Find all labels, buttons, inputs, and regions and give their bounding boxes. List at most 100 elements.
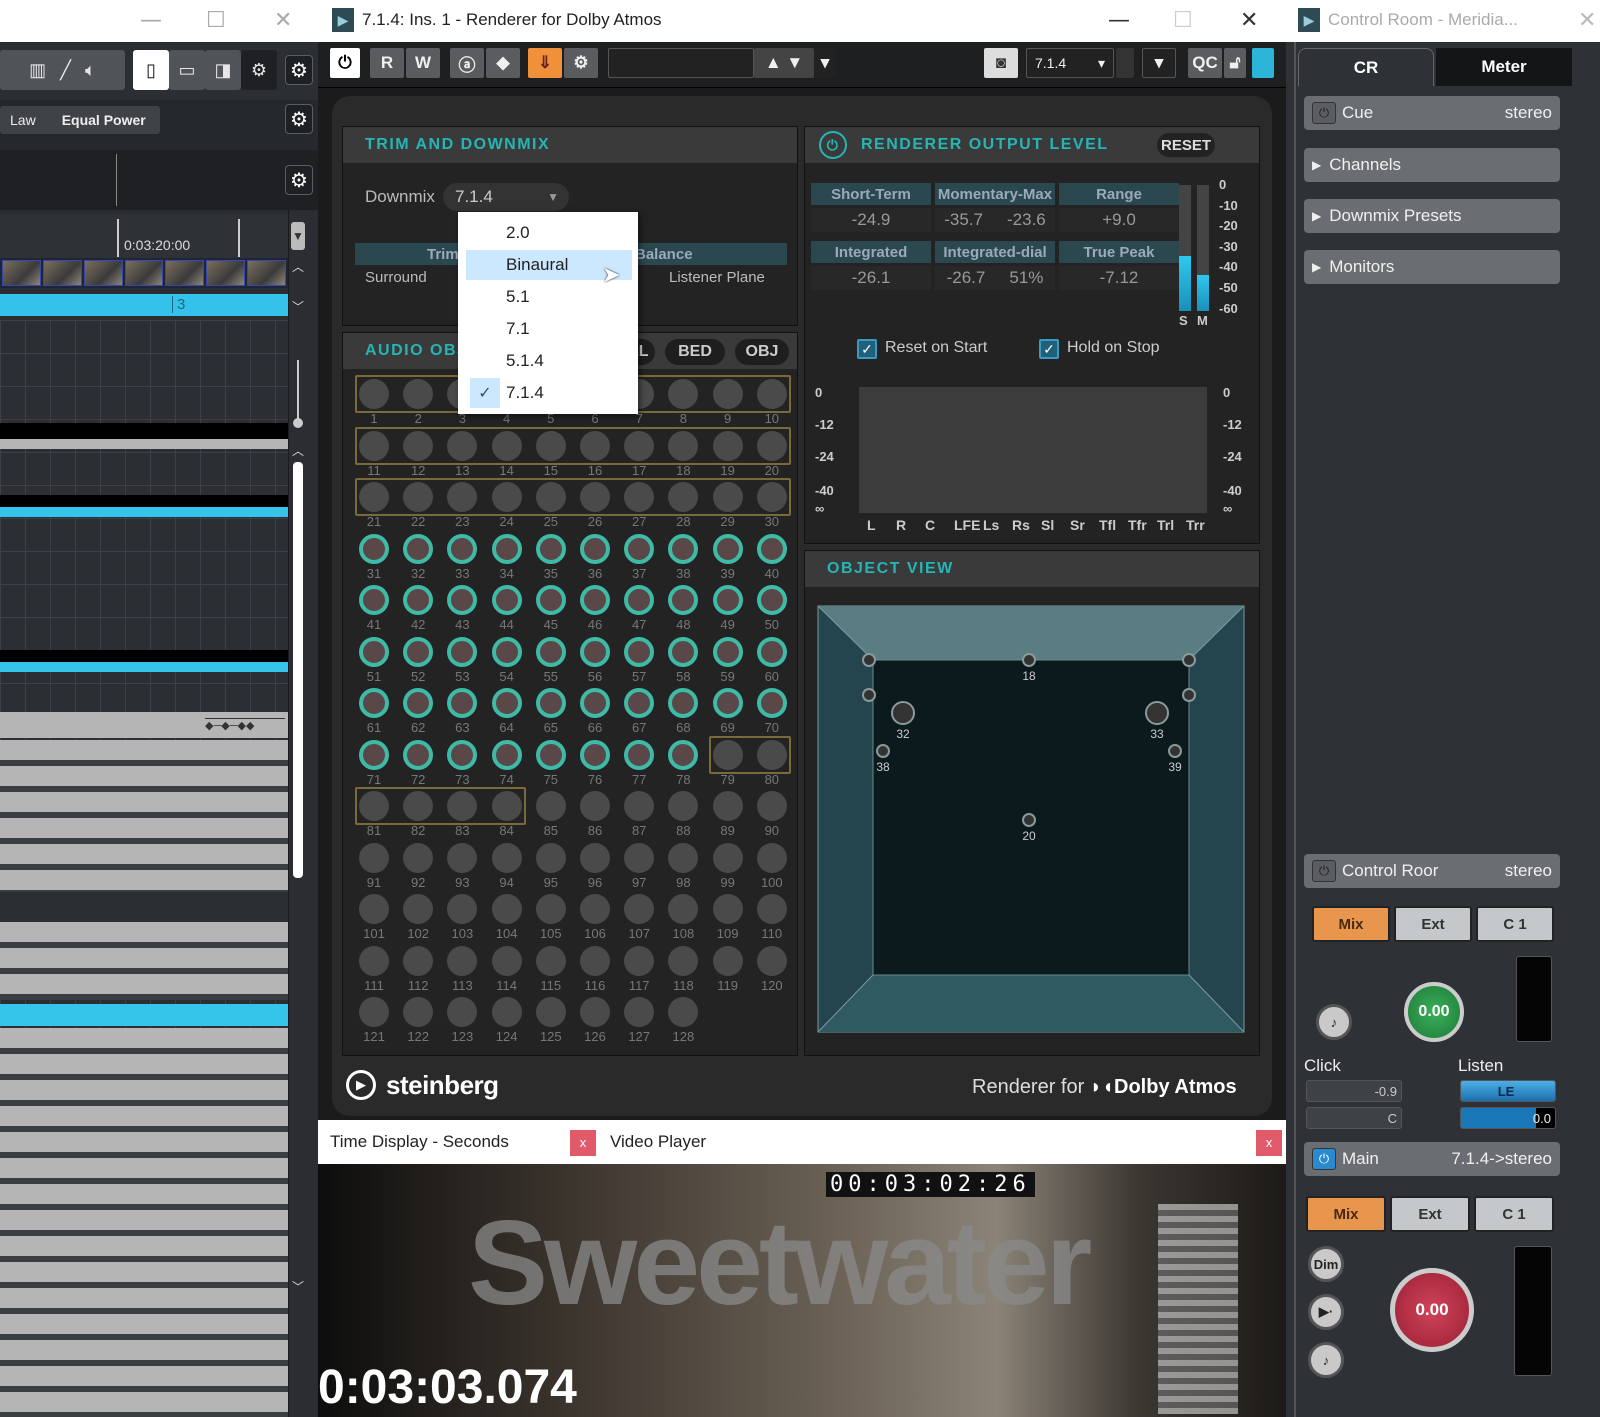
cr-ext-button[interactable]: Ext — [1394, 906, 1472, 942]
object-position-marker[interactable] — [1145, 701, 1169, 725]
audio-object-87[interactable] — [624, 791, 655, 821]
draw-tool-icon[interactable]: ╱ — [60, 60, 71, 81]
audio-object-43[interactable] — [447, 585, 478, 615]
main-level-knob[interactable]: 0.00 — [1390, 1268, 1474, 1352]
downmix-select[interactable]: 7.1.4 ▼ — [443, 183, 569, 211]
section-monitors[interactable]: ▶ Monitors — [1304, 250, 1560, 284]
scroll-down-icon[interactable]: ﹀ — [292, 1278, 304, 1295]
audio-object-96[interactable] — [580, 842, 610, 873]
audio-object-67[interactable] — [624, 688, 655, 718]
audio-object-9[interactable] — [712, 379, 743, 409]
audio-object-34[interactable] — [491, 533, 522, 564]
audio-object-106[interactable] — [580, 894, 610, 924]
audio-object-100[interactable] — [756, 842, 787, 873]
audio-object-70[interactable] — [756, 688, 787, 718]
audio-object-20[interactable] — [756, 430, 787, 461]
close-button[interactable]: ✕ — [1240, 8, 1258, 33]
minimize-button[interactable]: — — [140, 8, 162, 33]
audio-object-11[interactable] — [359, 430, 389, 461]
audio-object-115[interactable] — [535, 945, 566, 976]
audio-object-46[interactable] — [580, 585, 610, 615]
audio-object-39[interactable] — [712, 533, 743, 564]
minimize-button[interactable]: — — [1108, 8, 1130, 33]
control-room-row[interactable]: ⏻ Control Roor stereo — [1304, 854, 1560, 888]
cr-mix-button[interactable]: Mix — [1312, 906, 1390, 942]
object-position-marker[interactable] — [1022, 813, 1036, 827]
audio-object-49[interactable] — [712, 585, 743, 615]
audio-object-88[interactable] — [668, 791, 699, 821]
audio-object-18[interactable] — [668, 430, 699, 461]
listen-level-fader[interactable]: 0.0 — [1460, 1107, 1556, 1129]
audio-object-127[interactable] — [624, 997, 655, 1027]
audio-object-35[interactable] — [535, 533, 566, 564]
audio-object-25[interactable] — [535, 482, 566, 512]
audio-event-stack[interactable] — [0, 1028, 288, 1417]
audio-object-109[interactable] — [712, 894, 743, 924]
reset-on-start-checkbox[interactable]: ✓ — [857, 339, 877, 359]
downmix-option[interactable]: 5.1.4 — [458, 346, 638, 376]
audio-object-47[interactable] — [624, 585, 655, 615]
audio-object-101[interactable] — [359, 894, 389, 924]
pan-law-field[interactable]: Law Equal Power — [0, 106, 160, 134]
audio-object-44[interactable] — [491, 585, 522, 615]
audio-object-41[interactable] — [359, 585, 389, 615]
listen-enable-button[interactable]: LE — [1460, 1080, 1556, 1102]
zoom-slider-handle[interactable] — [293, 418, 303, 428]
audio-object-116[interactable] — [580, 945, 610, 976]
audio-object-80[interactable] — [756, 739, 787, 770]
reset-button[interactable]: RESET — [1157, 133, 1215, 157]
object-position-marker[interactable] — [1182, 688, 1196, 702]
close-tab-button[interactable]: x — [570, 1130, 596, 1156]
audio-object-33[interactable] — [447, 533, 478, 564]
audio-object-15[interactable] — [535, 430, 566, 461]
audio-object-40[interactable] — [756, 533, 787, 564]
dropdown-arrow-icon[interactable]: ▼ — [291, 222, 305, 250]
tab-meter[interactable]: Meter — [1436, 48, 1572, 86]
read-automation-button[interactable]: R — [370, 48, 404, 78]
main-ext-button[interactable]: Ext — [1390, 1196, 1470, 1232]
audio-object-97[interactable] — [624, 842, 655, 873]
audio-object-86[interactable] — [580, 791, 610, 821]
hold-on-stop-checkbox[interactable]: ✓ — [1039, 339, 1059, 359]
object-position-marker[interactable] — [862, 653, 876, 667]
audio-object-17[interactable] — [624, 430, 655, 461]
audio-object-27[interactable] — [624, 482, 655, 512]
marker-track[interactable]: 3 — [0, 294, 288, 316]
scroll-down-icon[interactable]: ﹀ — [292, 298, 304, 315]
audio-object-29[interactable] — [712, 482, 743, 512]
preset-menu-icon[interactable]: ▾ — [814, 48, 836, 78]
scrollbar-thumb[interactable] — [293, 462, 303, 878]
preset-name-field[interactable] — [608, 48, 754, 78]
channel-config-select[interactable]: 7.1.4 ▾ — [1026, 48, 1114, 78]
audio-object-126[interactable] — [580, 997, 610, 1027]
audio-object-76[interactable] — [580, 739, 610, 770]
audio-object-60[interactable] — [756, 636, 787, 667]
selected-track-lane[interactable] — [0, 507, 288, 517]
audio-object-85[interactable] — [535, 791, 566, 821]
object-position-marker[interactable] — [876, 744, 890, 758]
object-position-marker[interactable] — [891, 701, 915, 725]
audio-object-55[interactable] — [535, 636, 566, 667]
audio-object-58[interactable] — [668, 636, 699, 667]
right-zone-toggle[interactable]: ◨ — [205, 50, 241, 90]
audio-object-68[interactable] — [668, 688, 699, 718]
maximize-button[interactable]: ☐ — [206, 8, 226, 33]
audio-object-98[interactable] — [668, 842, 699, 873]
audio-object-113[interactable] — [447, 945, 478, 976]
audio-object-2[interactable] — [403, 379, 434, 409]
audio-object-95[interactable] — [535, 842, 566, 873]
section-channels[interactable]: ▶ Channels — [1304, 148, 1560, 182]
audio-object-114[interactable] — [491, 945, 522, 976]
color-indicator[interactable] — [1252, 48, 1274, 78]
audio-object-92[interactable] — [403, 842, 434, 873]
close-button[interactable]: ✕ — [274, 8, 292, 33]
audio-object-118[interactable] — [668, 945, 699, 976]
scroll-up-icon[interactable]: ︿ — [292, 442, 304, 459]
audio-event-lane[interactable]: ◆─◆─◆◆ — [0, 712, 288, 738]
audio-object-56[interactable] — [580, 636, 610, 667]
audio-object-71[interactable] — [359, 739, 389, 770]
audio-object-42[interactable] — [403, 585, 434, 615]
audio-object-62[interactable] — [403, 688, 434, 718]
audio-object-51[interactable] — [359, 636, 389, 667]
vertical-scrollbar[interactable]: ▼ ︿ ﹀ ︿ ﹀ — [288, 210, 308, 1417]
